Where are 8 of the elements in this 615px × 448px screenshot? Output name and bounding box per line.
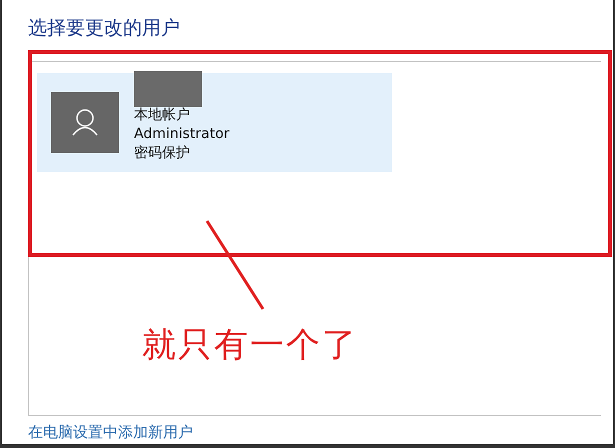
add-user-link[interactable]: 在电脑设置中添加新用户 — [28, 422, 601, 442]
annotation-text: 就只有一个了 — [142, 324, 358, 367]
account-role: Administrator — [134, 125, 230, 144]
page-title: 选择要更改的用户 — [28, 16, 181, 41]
account-type: 本地帐户 — [134, 106, 191, 125]
user-tile[interactable]: 本地帐户 Administrator 密码保护 — [37, 73, 392, 172]
password-status: 密码保护 — [134, 144, 191, 163]
user-avatar-icon — [51, 92, 119, 153]
